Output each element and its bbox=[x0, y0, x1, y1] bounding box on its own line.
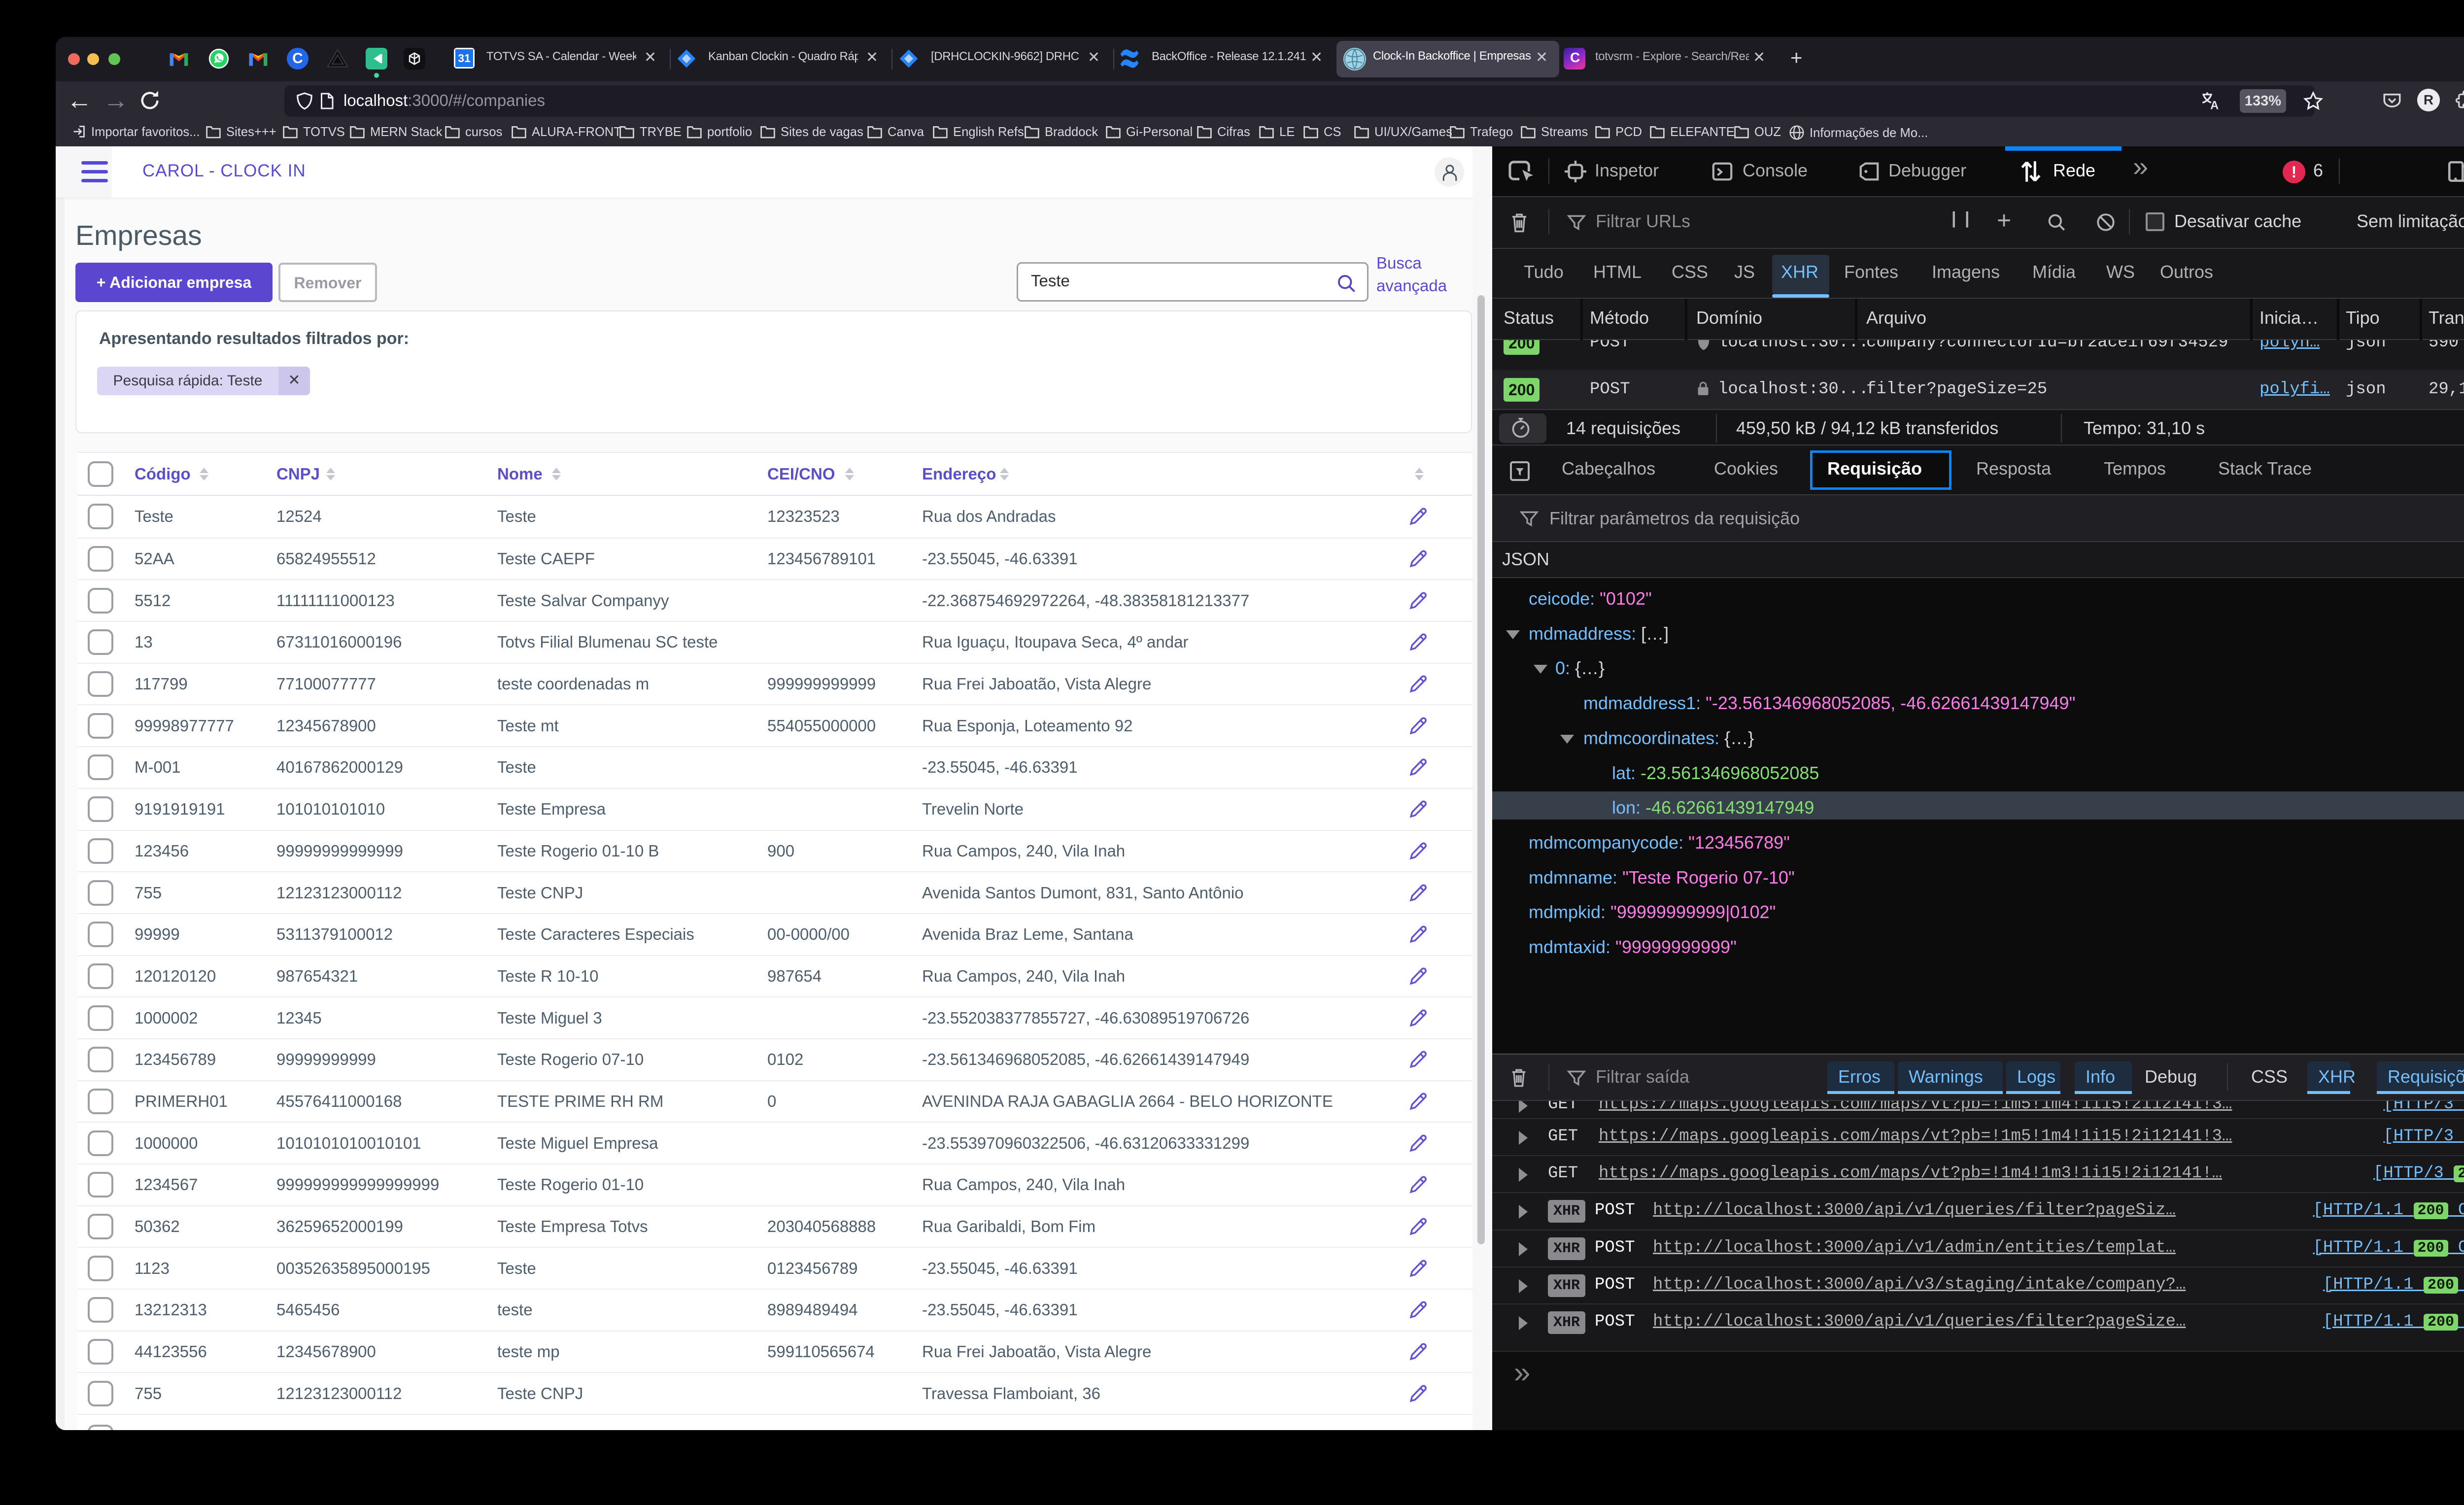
svg-text:A: A bbox=[2210, 100, 2219, 111]
